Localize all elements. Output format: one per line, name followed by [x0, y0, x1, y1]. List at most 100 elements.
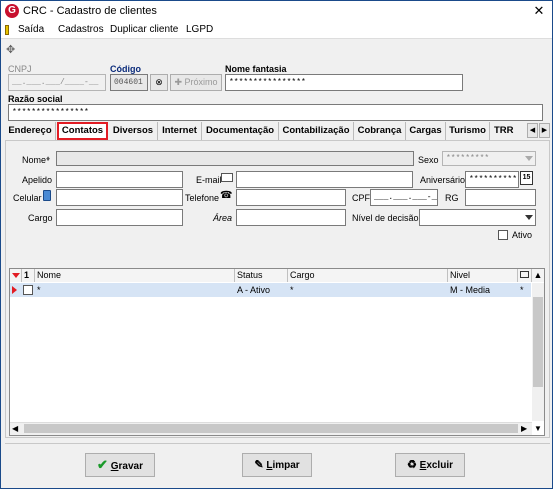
rg-field[interactable]: [465, 189, 536, 206]
current-row-icon: [12, 286, 17, 294]
apelido-field[interactable]: [56, 171, 183, 188]
gravar-label: ravar: [118, 461, 143, 472]
exit-door-icon: [5, 25, 9, 35]
row-checkbox[interactable]: [23, 285, 33, 295]
tab-trr[interactable]: TRR: [490, 122, 526, 140]
footer-divider: [5, 443, 550, 444]
tab-scroll-right-button[interactable]: ▶: [539, 123, 550, 138]
email-label: E-mail: [196, 175, 222, 185]
nome-fantasia-label: Nome fantasia: [225, 64, 287, 74]
rg-label: RG: [445, 193, 459, 203]
search-binoculars-button[interactable]: ⊗: [150, 74, 168, 91]
gravar-button[interactable]: ✔ Gravar: [85, 453, 155, 477]
binoculars-icon: ⊗: [155, 77, 163, 87]
trash-icon: ♻: [406, 459, 417, 471]
calendar-button[interactable]: 15: [520, 171, 533, 185]
contatos-grid: 1 Nome Status Cargo Nivel ▲ * A - Ativo …: [9, 268, 545, 436]
codigo-field[interactable]: 004601: [110, 74, 148, 91]
aniversario-field[interactable]: **********: [465, 171, 519, 188]
scroll-left-button[interactable]: ◀: [12, 424, 18, 433]
grid-header-nivel[interactable]: Nivel: [448, 269, 518, 282]
email-field[interactable]: [236, 171, 413, 188]
row-extra: *: [520, 285, 524, 295]
cpf-label: CPF: [352, 193, 370, 203]
ativo-label: Ativo: [512, 230, 533, 240]
grid-sort-header[interactable]: [10, 269, 22, 282]
tab-cargas[interactable]: Cargas: [406, 122, 446, 140]
cargo-field[interactable]: [56, 209, 183, 226]
horizontal-scroll-thumb[interactable]: [24, 424, 518, 433]
row-cargo: *: [290, 285, 294, 295]
area-label: Área: [213, 213, 233, 223]
microphone-icon: ♦: [46, 154, 51, 163]
gravar-label-mnemonic: G: [110, 461, 119, 472]
celular-label: Celular: [13, 193, 42, 203]
tab-scroll-left-button[interactable]: ◀: [527, 123, 538, 138]
row-status: A - Ativo: [237, 285, 271, 295]
proximo-label: Próximo: [184, 77, 218, 87]
sort-down-icon: [12, 273, 20, 278]
navigate-icon[interactable]: ✥: [6, 43, 15, 56]
mail-icon: [221, 173, 233, 182]
grid-header-status[interactable]: Status: [235, 269, 288, 282]
tab-contatos[interactable]: Contatos: [57, 122, 108, 140]
excluir-button[interactable]: ♻ Excluir: [395, 453, 465, 477]
aniversario-label: Aniversário: [420, 175, 466, 185]
cargo-label: Cargo: [28, 213, 53, 223]
broom-icon: ✎: [254, 459, 264, 471]
sexo-select[interactable]: *********: [442, 151, 536, 166]
scroll-right-button[interactable]: ▶: [521, 424, 527, 433]
menu-cadastros[interactable]: Cadastros: [58, 24, 104, 35]
tab-diversos[interactable]: Diversos: [109, 122, 158, 140]
grid-index-header: 1: [22, 269, 35, 282]
tab-documentacao[interactable]: Documentação: [202, 122, 279, 140]
row-nome: *: [37, 285, 41, 295]
cnpj-field[interactable]: __.___.___/____-__: [8, 74, 106, 91]
cpf-field[interactable]: ___.___.___-__: [370, 189, 438, 206]
sexo-label: Sexo: [418, 155, 439, 165]
excluir-label: xcluir: [426, 460, 453, 471]
check-icon: ✔: [97, 457, 108, 472]
proximo-button[interactable]: ✚ Próximo: [170, 74, 222, 91]
main-window: G CRC - Cadastro de clientes ✕ Saída Cad…: [0, 0, 553, 489]
nivel-decisao-select[interactable]: [419, 209, 536, 226]
codigo-label: Código: [110, 64, 141, 74]
tab-contabilizacao[interactable]: Contabilização: [279, 122, 354, 140]
grid-scroll-down-button[interactable]: ▼: [532, 422, 544, 435]
close-button[interactable]: ✕: [529, 2, 549, 20]
grid-header-nome[interactable]: Nome: [35, 269, 235, 282]
column-settings-icon: [520, 271, 529, 278]
razao-social-field[interactable]: ****************: [8, 104, 543, 121]
telefone-field[interactable]: [236, 189, 346, 206]
area-field[interactable]: [236, 209, 346, 226]
app-logo-icon: G: [5, 4, 19, 18]
limpar-button[interactable]: ✎ Limpar: [242, 453, 312, 477]
grid-header-extra[interactable]: [518, 269, 532, 282]
grid-header-cargo[interactable]: Cargo: [288, 269, 448, 282]
menu-saida[interactable]: Saída: [18, 24, 44, 35]
celular-field[interactable]: [56, 189, 183, 206]
tab-endereco[interactable]: Endereço: [5, 122, 56, 140]
nome-field[interactable]: [56, 151, 414, 166]
tab-cobranca[interactable]: Cobrança: [354, 122, 406, 140]
nome-label: Nome: [22, 155, 47, 165]
ativo-checkbox[interactable]: [498, 230, 508, 240]
mobile-phone-icon: [43, 190, 51, 201]
menu-lgpd[interactable]: LGPD: [186, 24, 213, 35]
telephone-icon: ☎: [220, 190, 233, 201]
nome-fantasia-field[interactable]: ****************: [225, 74, 463, 91]
tab-internet[interactable]: Internet: [158, 122, 202, 140]
razao-social-label: Razão social: [8, 94, 63, 104]
row-nivel: M - Media: [450, 285, 491, 295]
window-title: CRC - Cadastro de clientes: [23, 5, 157, 17]
menu-bar: Saída Cadastros Duplicar cliente LGPD: [1, 22, 552, 39]
apelido-label: Apelido: [22, 175, 53, 185]
telefone-label: Telefone: [185, 193, 220, 203]
vertical-scroll-thumb[interactable]: [533, 297, 543, 387]
tab-turismo[interactable]: Turismo: [446, 122, 490, 140]
menu-duplicar-cliente[interactable]: Duplicar cliente: [110, 24, 178, 35]
chevron-down-icon: [525, 215, 533, 220]
grid-scroll-up-button[interactable]: ▲: [532, 269, 544, 282]
cnpj-label: CNPJ: [8, 64, 32, 74]
tab-strip: Endereço Contatos Diversos Internet Docu…: [5, 122, 551, 140]
